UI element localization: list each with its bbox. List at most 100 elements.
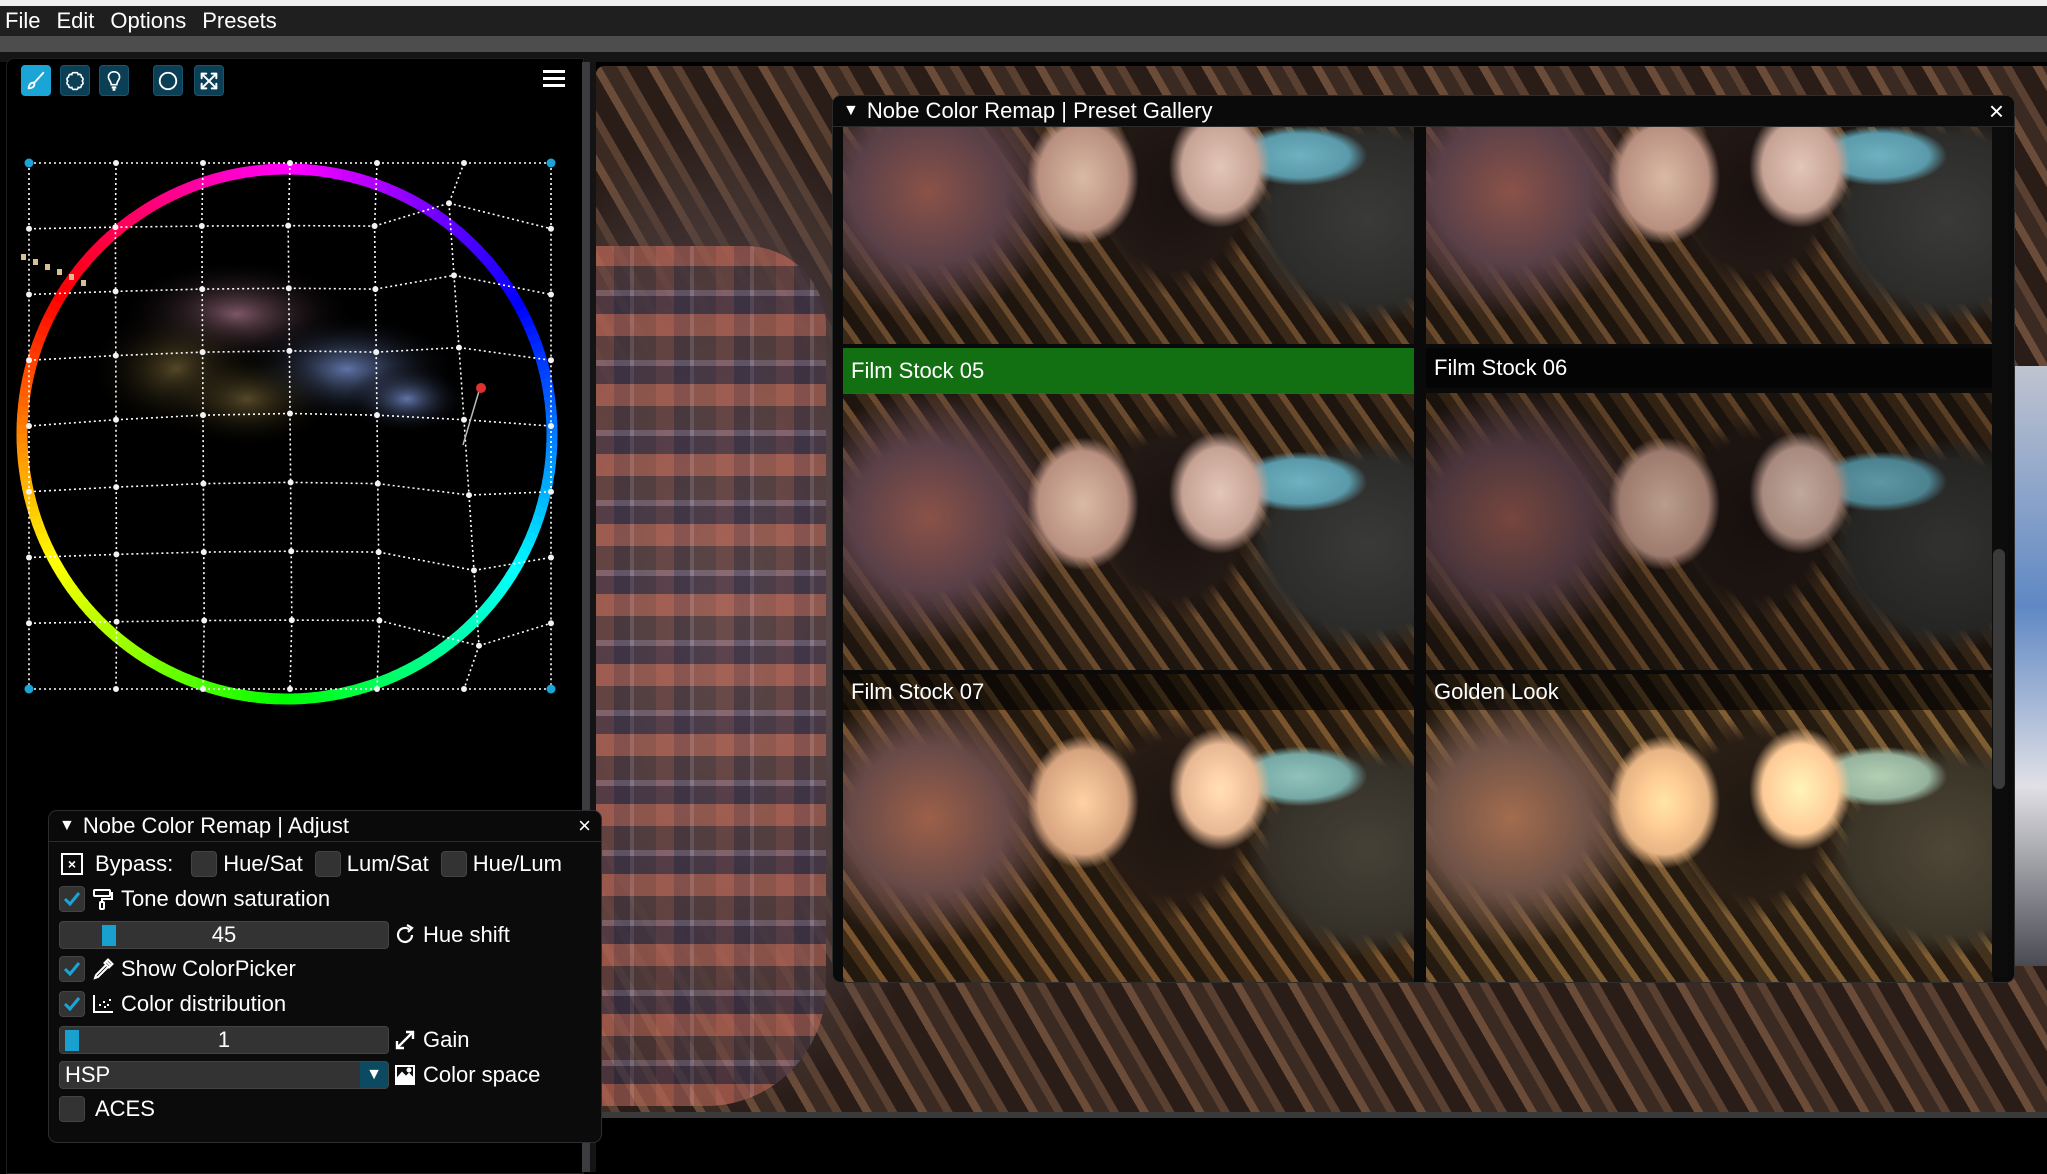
- grid-control-point[interactable]: [113, 484, 119, 490]
- menu-options[interactable]: Options: [105, 8, 197, 34]
- grid-control-point[interactable]: [113, 288, 119, 294]
- grid-control-point[interactable]: [26, 555, 32, 561]
- grid-control-point[interactable]: [461, 160, 467, 166]
- grid-control-point[interactable]: [548, 555, 554, 561]
- grid-control-point[interactable]: [548, 226, 554, 232]
- grid-control-point[interactable]: [375, 481, 381, 487]
- close-icon[interactable]: ×: [1989, 97, 2004, 125]
- grid-control-point[interactable]: [288, 548, 294, 554]
- grid-control-point[interactable]: [200, 349, 206, 355]
- grid-control-point[interactable]: [548, 489, 554, 495]
- expand-tool-button[interactable]: [194, 65, 224, 96]
- close-icon[interactable]: ×: [578, 812, 591, 840]
- gallery-scrollbar-thumb[interactable]: [1993, 549, 2005, 789]
- bypass-hue-sat-checkbox[interactable]: [191, 851, 217, 877]
- tone-down-saturation-checkbox[interactable]: [59, 886, 85, 912]
- grid-control-point[interactable]: [26, 357, 32, 363]
- grid-control-point[interactable]: [113, 551, 119, 557]
- grid-control-point[interactable]: [548, 423, 554, 429]
- grid-control-point[interactable]: [548, 292, 554, 298]
- menu-presets[interactable]: Presets: [197, 8, 288, 34]
- grid-control-point[interactable]: [374, 686, 380, 692]
- hamburger-menu-icon[interactable]: [543, 67, 565, 89]
- grid-control-point[interactable]: [286, 348, 292, 354]
- grid-control-point[interactable]: [372, 286, 378, 292]
- grid-control-point[interactable]: [548, 620, 554, 626]
- grid-corner-handle[interactable]: [25, 159, 34, 168]
- grid-control-point[interactable]: [376, 549, 382, 555]
- bypass-toggle-icon[interactable]: ×: [61, 853, 83, 875]
- preset-tile-film-stock-07[interactable]: Film Stock 07: [843, 674, 1414, 983]
- grid-control-point[interactable]: [26, 423, 32, 429]
- hue-shift-slider[interactable]: 45: [59, 921, 389, 949]
- collapse-triangle-icon[interactable]: ▼: [843, 102, 859, 120]
- grid-control-point[interactable]: [113, 160, 119, 166]
- menu-file[interactable]: File: [0, 8, 51, 34]
- grid-control-point[interactable]: [461, 686, 467, 692]
- lightbulb-tool-button[interactable]: [99, 65, 129, 96]
- grid-control-point[interactable]: [26, 226, 32, 232]
- grid-control-point[interactable]: [471, 567, 477, 573]
- preset-tile-film-stock-05[interactable]: Film Stock 05: [843, 348, 1414, 670]
- adjust-panel-header[interactable]: ▼ Nobe Color Remap | Adjust ×: [49, 811, 601, 842]
- grid-control-point[interactable]: [200, 686, 206, 692]
- grid-control-point[interactable]: [374, 412, 380, 418]
- grid-control-point[interactable]: [289, 617, 295, 623]
- grid-control-point[interactable]: [451, 272, 457, 278]
- grid-control-point[interactable]: [199, 286, 205, 292]
- grid-control-point[interactable]: [288, 479, 294, 485]
- grid-control-point[interactable]: [374, 160, 380, 166]
- grid-control-point[interactable]: [113, 417, 119, 423]
- brush-tool-button[interactable]: [21, 65, 51, 96]
- preset-gallery-header[interactable]: ▼ Nobe Color Remap | Preset Gallery ×: [833, 96, 2014, 127]
- circle-tool-button[interactable]: [153, 65, 183, 96]
- chevron-down-icon[interactable]: ▼: [360, 1062, 388, 1088]
- grid-control-point[interactable]: [456, 345, 462, 351]
- selected-control-point[interactable]: [476, 383, 486, 393]
- grid-control-point[interactable]: [476, 643, 482, 649]
- grid-control-point[interactable]: [200, 412, 206, 418]
- menu-edit[interactable]: Edit: [51, 8, 105, 34]
- grid-control-point[interactable]: [461, 417, 467, 423]
- grid-control-point[interactable]: [200, 481, 206, 487]
- color-distribution-checkbox[interactable]: [59, 991, 85, 1017]
- collapse-triangle-icon[interactable]: ▼: [59, 817, 75, 835]
- grid-control-point[interactable]: [285, 223, 291, 229]
- preset-tile[interactable]: [843, 127, 1414, 344]
- grid-control-point[interactable]: [199, 223, 205, 229]
- grid-control-point[interactable]: [446, 200, 452, 206]
- grid-control-point[interactable]: [372, 223, 378, 229]
- grid-control-point[interactable]: [376, 618, 382, 624]
- preset-tile-golden-look[interactable]: Golden Look: [1426, 674, 1993, 983]
- grid-control-point[interactable]: [287, 411, 293, 417]
- grid-control-point[interactable]: [201, 549, 207, 555]
- grid-control-point[interactable]: [26, 489, 32, 495]
- grid-control-point[interactable]: [200, 160, 206, 166]
- grid-control-point[interactable]: [287, 160, 293, 166]
- grid-control-point[interactable]: [201, 618, 207, 624]
- grid-control-point[interactable]: [113, 353, 119, 359]
- bypass-hue-lum-checkbox[interactable]: [441, 851, 467, 877]
- gain-slider[interactable]: 1: [59, 1026, 389, 1054]
- grid-control-point[interactable]: [26, 292, 32, 298]
- grid-control-point[interactable]: [466, 492, 472, 498]
- grid-control-point[interactable]: [114, 619, 120, 625]
- preset-tile-film-stock-06[interactable]: Film Stock 06: [1426, 348, 1993, 670]
- color-space-dropdown[interactable]: HSP ▼: [59, 1061, 389, 1089]
- grid-control-point[interactable]: [113, 686, 119, 692]
- grid-control-point[interactable]: [112, 224, 118, 230]
- grid-control-point[interactable]: [548, 357, 554, 363]
- flower-tool-button[interactable]: [60, 65, 90, 96]
- color-wheel-canvas[interactable]: [7, 99, 567, 709]
- show-colorpicker-checkbox[interactable]: [59, 956, 85, 982]
- grid-corner-handle[interactable]: [547, 685, 556, 694]
- grid-control-point[interactable]: [286, 285, 292, 291]
- grid-control-point[interactable]: [287, 686, 293, 692]
- bypass-lum-sat-checkbox[interactable]: [315, 851, 341, 877]
- grid-control-point[interactable]: [373, 349, 379, 355]
- grid-control-point[interactable]: [26, 620, 32, 626]
- preset-tile[interactable]: [1426, 127, 1993, 344]
- grid-corner-handle[interactable]: [547, 159, 556, 168]
- aces-checkbox[interactable]: [59, 1096, 85, 1122]
- grid-corner-handle[interactable]: [25, 685, 34, 694]
